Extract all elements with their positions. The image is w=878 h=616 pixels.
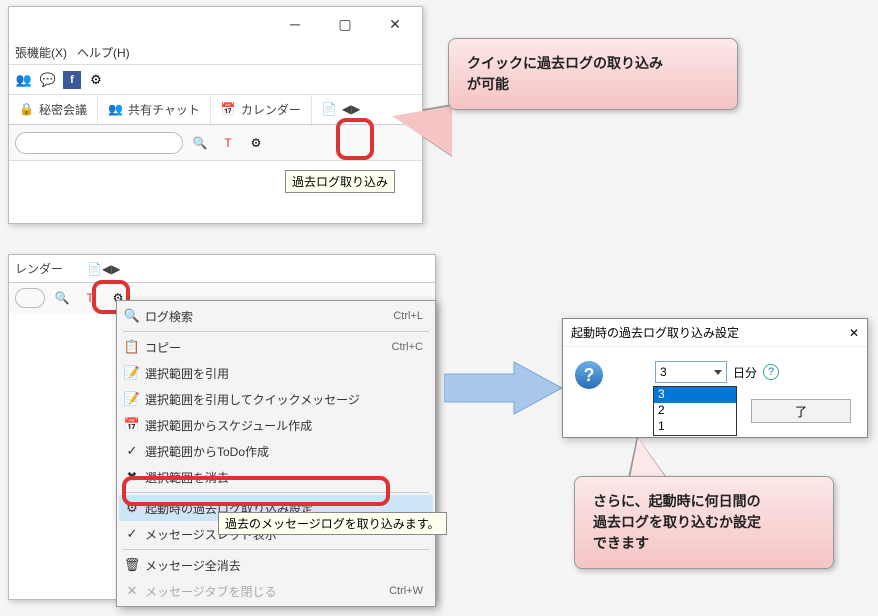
annotation-callout-2: さらに、起動時に何日間の 過去ログを取り込むか設定 できます [574, 476, 834, 569]
tab-bar: 🔒 秘密会議 👥 共有チャット 📅 カレンダー 📄 ◀▶ [9, 95, 422, 125]
dropdown-option[interactable]: 2 [654, 403, 736, 419]
dialog-close-icon[interactable]: ✕ [849, 326, 859, 340]
callout-tail [630, 438, 666, 478]
ctx-label: コピー [145, 339, 392, 356]
window-titlebar: ─ ▢ ✕ [9, 7, 422, 41]
copy-icon: 📋 [119, 339, 145, 355]
lock-icon: 🔒 [19, 102, 35, 118]
tab-calendar[interactable]: レンダー [15, 260, 63, 277]
quote-icon: 📝 [119, 365, 145, 381]
calendar-icon: 📅 [119, 417, 145, 433]
doc-icon[interactable]: 📄 [87, 262, 102, 276]
ctx-label: 選択範囲を消去 [145, 469, 423, 486]
search-icon: 🔍 [119, 308, 145, 324]
help-icon[interactable]: ? [763, 364, 779, 380]
callout-text: 過去ログを取り込むか設定 [593, 512, 815, 533]
callout-text: できます [593, 533, 815, 554]
callout-text: が可能 [467, 74, 719, 95]
calendar-icon: 📅 [221, 102, 237, 118]
gear-icon[interactable]: ⚙ [87, 71, 105, 89]
chat-icon[interactable]: 💬 [39, 71, 57, 89]
ctx-quote-quick[interactable]: 📝 選択範囲を引用してクイックメッセージ [119, 386, 433, 412]
ctx-quote[interactable]: 📝 選択範囲を引用 [119, 360, 433, 386]
ctx-clear-all[interactable]: 🗑 メッセージ全消去 [119, 552, 433, 578]
ctx-shortcut: Ctrl+W [389, 585, 423, 597]
callout-text: クイックに過去ログの取り込み [467, 53, 719, 74]
callout-text: さらに、起動時に何日間の [593, 491, 815, 512]
days-suffix: 日分 [733, 364, 757, 381]
settings-icon[interactable]: ⚙ [245, 132, 267, 154]
import-log-icon[interactable]: T [79, 287, 101, 309]
tooltip-startup-setting: 過去のメッセージログを取り込みます。 [218, 512, 447, 535]
dropdown-options: 3 2 1 [653, 386, 737, 436]
quick-icon: 📝 [119, 391, 145, 407]
tab-label: 秘密会議 [39, 101, 87, 118]
search-input[interactable] [15, 132, 183, 154]
erase-icon: ✖ [119, 469, 145, 485]
ctx-label: 選択範囲からスケジュール作成 [145, 417, 423, 434]
todo-icon: ✓ [119, 443, 145, 459]
dropdown-option[interactable]: 3 [654, 387, 736, 403]
people-icon: 👥 [108, 102, 124, 118]
ctx-label: 選択範囲を引用 [145, 365, 423, 382]
ctx-todo[interactable]: ✓ 選択範囲からToDo作成 [119, 438, 433, 464]
close-button[interactable]: ✕ [372, 9, 418, 39]
search-input-small[interactable] [15, 288, 45, 308]
ctx-clear-selection[interactable]: ✖ 選択範囲を消去 [119, 464, 433, 490]
ctx-shortcut: Ctrl+L [393, 310, 423, 322]
dropdown-value: 3 [660, 365, 667, 379]
question-icon: ? [575, 361, 603, 389]
separator [123, 492, 429, 493]
tab-shared-chat[interactable]: 👥 共有チャット [98, 95, 211, 124]
tab-label: 共有チャット [128, 101, 200, 118]
maximize-button[interactable]: ▢ [322, 9, 368, 39]
facebook-icon[interactable]: f [63, 71, 81, 89]
context-menu: 🔍 ログ検索 Ctrl+L 📋 コピー Ctrl+C 📝 選択範囲を引用 📝 選… [116, 300, 436, 607]
separator [123, 331, 429, 332]
ctx-label: 選択範囲からToDo作成 [145, 443, 423, 460]
ctx-close-tab: ✕ メッセージタブを閉じる Ctrl+W [119, 578, 433, 604]
ctx-label: 選択範囲を引用してクイックメッセージ [145, 391, 423, 408]
tab-calendar[interactable]: 📅 カレンダー [211, 95, 312, 124]
search-icon[interactable]: 🔍 [189, 132, 211, 154]
annotation-callout-1: クイックに過去ログの取り込み が可能 [448, 38, 738, 110]
doc-icon: 📄 [322, 102, 338, 118]
dropdown-option[interactable]: 1 [654, 419, 736, 435]
tab-extra[interactable]: 📄 ◀▶ [312, 95, 368, 124]
callout-tail [392, 106, 452, 156]
ctx-schedule[interactable]: 📅 選択範囲からスケジュール作成 [119, 412, 433, 438]
tooltip-import-log: 過去ログ取り込み [285, 170, 395, 193]
search-icon[interactable]: 🔍 [51, 287, 73, 309]
ctx-copy[interactable]: 📋 コピー Ctrl+C [119, 334, 433, 360]
arrow-icon [444, 358, 564, 418]
close-icon: ✕ [119, 583, 145, 599]
dialog-title-text: 起動時の過去ログ取り込み設定 [571, 324, 739, 341]
tab-secret-meeting[interactable]: 🔒 秘密会議 [9, 95, 98, 124]
separator [123, 549, 429, 550]
tool-row: 🔍 T ⚙ [9, 125, 422, 161]
tab-bar: レンダー 📄 ◀▶ [9, 255, 435, 283]
ctx-label: ログ検索 [145, 308, 393, 325]
menu-help[interactable]: ヘルプ(H) [77, 44, 130, 61]
menu-extension[interactable]: 張機能(X) [15, 44, 67, 61]
trash-icon: 🗑 [119, 557, 145, 573]
days-dropdown[interactable]: 3 [655, 361, 727, 383]
ctx-log-search[interactable]: 🔍 ログ検索 Ctrl+L [119, 303, 433, 329]
dialog-titlebar: 起動時の過去ログ取り込み設定 ✕ [563, 319, 867, 347]
slider-icon: ◀▶ [342, 102, 358, 118]
dialog-ok-button[interactable]: 了 [751, 399, 851, 423]
import-log-icon[interactable]: T [217, 132, 239, 154]
users-icon[interactable]: 👥 [15, 71, 33, 89]
ctx-shortcut: Ctrl+C [392, 341, 423, 353]
tab-label: カレンダー [241, 101, 301, 118]
gear-icon: ⚙ [119, 500, 145, 516]
minimize-button[interactable]: ─ [272, 9, 318, 39]
menu-bar: 張機能(X) ヘルプ(H) [9, 41, 422, 65]
check-icon: ✓ [119, 526, 145, 542]
ctx-label: メッセージタブを閉じる [145, 583, 389, 600]
ctx-label: メッセージ全消去 [145, 557, 423, 574]
slider-icon[interactable]: ◀▶ [102, 262, 120, 276]
icon-toolbar: 👥 💬 f ⚙ [9, 65, 422, 95]
